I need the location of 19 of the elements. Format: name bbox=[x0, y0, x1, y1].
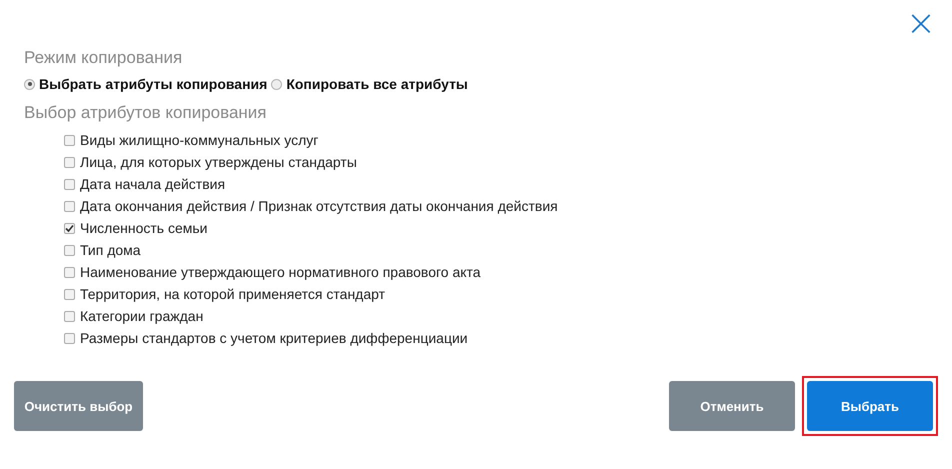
checkbox-option[interactable]: Территория, на которой применяется стандарт bbox=[64, 283, 938, 305]
checkbox-option[interactable]: Дата начала действия bbox=[64, 173, 938, 195]
section-title: Выбор атрибутов копирования bbox=[24, 102, 268, 124]
cancel-button[interactable]: Отменить bbox=[669, 381, 795, 431]
select-button[interactable]: Выбрать bbox=[807, 381, 933, 431]
checkbox-option[interactable]: Категории граждан bbox=[64, 305, 938, 327]
checkbox-option[interactable]: Лица, для которых утверждены стандарты bbox=[64, 151, 938, 173]
clear-button[interactable]: Очистить выбор bbox=[14, 381, 143, 431]
checkbox-option[interactable]: Дата окончания действия / Признак отсутствия даты окончания действия bbox=[64, 195, 938, 217]
checkbox-option[interactable]: Виды жилищно-коммунальных услуг bbox=[64, 129, 938, 151]
checkmark-icon bbox=[65, 224, 74, 232]
checkbox-option[interactable]: Численность семьи bbox=[64, 217, 938, 239]
section-title: Режим копирования bbox=[24, 47, 184, 69]
checkbox-option[interactable]: Размеры стандартов с учетом критериев дифференциации bbox=[64, 327, 938, 349]
radio-option[interactable]: Выбрать атрибуты копирования bbox=[24, 76, 268, 92]
radio-option[interactable]: Копировать все атрибуты bbox=[271, 76, 468, 92]
close-button[interactable]: × bbox=[904, 2, 938, 46]
checkbox-option[interactable]: Тип дома bbox=[64, 239, 938, 261]
checkbox-option[interactable]: Наименование утверждающего нормативного правового акта bbox=[64, 261, 938, 283]
